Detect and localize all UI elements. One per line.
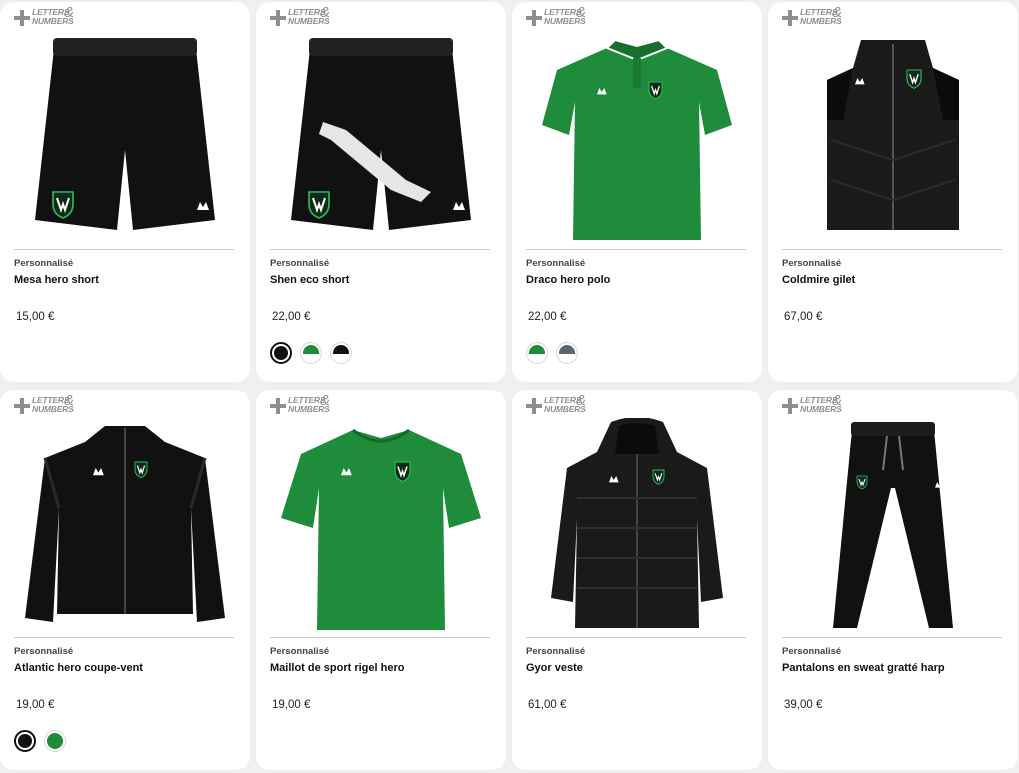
product-tag: Personnalisé <box>270 258 330 269</box>
product-price: 39,00 € <box>784 699 823 711</box>
product-tag: Personnalisé <box>782 646 842 657</box>
product-card[interactable]: LETTERS NUMBERS & Personnalisé Draco her… <box>512 2 762 382</box>
product-tag: Personnalisé <box>14 258 74 269</box>
letters-numbers-badge: LETTERS NUMBERS & <box>14 392 84 418</box>
product-name[interactable]: Mesa hero short <box>14 274 99 286</box>
color-swatch-green[interactable] <box>526 342 548 364</box>
ampersand: & <box>576 4 587 21</box>
product-tag: Personnalisé <box>782 258 842 269</box>
color-swatch-grey[interactable] <box>556 342 578 364</box>
divider <box>782 637 1002 638</box>
product-name[interactable]: Pantalons en sweat gratté harp <box>782 662 945 674</box>
ampersand: & <box>64 4 75 21</box>
product-price: 61,00 € <box>528 699 567 711</box>
color-swatch-green[interactable] <box>300 342 322 364</box>
ampersand: & <box>832 392 843 409</box>
jacket-icon[interactable] <box>15 418 235 632</box>
tshirt-icon[interactable] <box>271 418 491 632</box>
parka-icon[interactable] <box>527 418 747 632</box>
product-card[interactable]: LETTERS NUMBERS & Personnalisé Maillot d… <box>256 390 506 770</box>
color-swatches <box>14 730 66 752</box>
ampersand: & <box>320 4 331 21</box>
product-name[interactable]: Gyor veste <box>526 662 583 674</box>
product-name[interactable]: Coldmire gilet <box>782 274 855 286</box>
product-card[interactable]: LETTERS NUMBERS & Personnalisé Mesa hero… <box>0 2 250 382</box>
color-swatch-black[interactable] <box>270 342 292 364</box>
ampersand: & <box>576 392 587 409</box>
product-name[interactable]: Atlantic hero coupe-vent <box>14 662 143 674</box>
product-card[interactable]: LETTERS NUMBERS & Personnalisé Coldmire … <box>768 2 1018 382</box>
color-swatch-black[interactable] <box>14 730 36 752</box>
product-tag: Personnalisé <box>14 646 74 657</box>
divider <box>14 637 234 638</box>
letters-numbers-badge: LETTERS NUMBERS & <box>270 392 340 418</box>
product-card[interactable]: LETTERS NUMBERS & Personnalisé Atlantic … <box>0 390 250 770</box>
product-price: 15,00 € <box>16 311 55 323</box>
ampersand: & <box>320 392 331 409</box>
divider <box>526 249 746 250</box>
product-price: 67,00 € <box>784 311 823 323</box>
plus-icon <box>14 10 30 26</box>
plus-icon <box>782 10 798 26</box>
divider <box>782 249 1002 250</box>
product-card[interactable]: LETTERS NUMBERS & Personnalisé Gyor vest… <box>512 390 762 770</box>
plus-icon <box>270 10 286 26</box>
product-grid: LETTERS NUMBERS & Personnalisé Mesa hero… <box>0 2 1018 770</box>
letters-numbers-badge: LETTERS NUMBERS & <box>526 392 596 418</box>
gilet-icon[interactable] <box>783 30 1003 244</box>
product-price: 19,00 € <box>16 699 55 711</box>
letters-numbers-badge: LETTERS NUMBERS & <box>782 392 852 418</box>
divider <box>526 637 746 638</box>
divider <box>270 249 490 250</box>
color-swatches <box>270 342 352 364</box>
divider <box>14 249 234 250</box>
letters-numbers-badge: LETTERS NUMBERS & <box>270 4 340 30</box>
plus-icon <box>782 398 798 414</box>
product-tag: Personnalisé <box>270 646 330 657</box>
color-swatch-green[interactable] <box>44 730 66 752</box>
product-tag: Personnalisé <box>526 258 586 269</box>
shorts-icon[interactable] <box>271 30 491 244</box>
shorts-icon[interactable] <box>15 30 235 244</box>
letters-numbers-badge: LETTERS NUMBERS & <box>526 4 596 30</box>
product-name[interactable]: Shen eco short <box>270 274 349 286</box>
plus-icon <box>526 10 542 26</box>
letters-numbers-badge: LETTERS NUMBERS & <box>14 4 84 30</box>
product-tag: Personnalisé <box>526 646 586 657</box>
product-card[interactable]: LETTERS NUMBERS & Personnalisé Shen eco … <box>256 2 506 382</box>
product-price: 22,00 € <box>272 311 311 323</box>
ampersand: & <box>832 4 843 21</box>
product-name[interactable]: Draco hero polo <box>526 274 610 286</box>
product-name[interactable]: Maillot de sport rigel hero <box>270 662 404 674</box>
product-card[interactable]: LETTERS NUMBERS & Personnalisé Pantalons… <box>768 390 1018 770</box>
color-swatch-black-white[interactable] <box>330 342 352 364</box>
plus-icon <box>14 398 30 414</box>
product-price: 19,00 € <box>272 699 311 711</box>
plus-icon <box>526 398 542 414</box>
ampersand: & <box>64 392 75 409</box>
plus-icon <box>270 398 286 414</box>
polo-icon[interactable] <box>527 30 747 244</box>
divider <box>270 637 490 638</box>
color-swatches <box>526 342 578 364</box>
letters-numbers-badge: LETTERS NUMBERS & <box>782 4 852 30</box>
product-price: 22,00 € <box>528 311 567 323</box>
pants-icon[interactable] <box>783 418 1003 632</box>
